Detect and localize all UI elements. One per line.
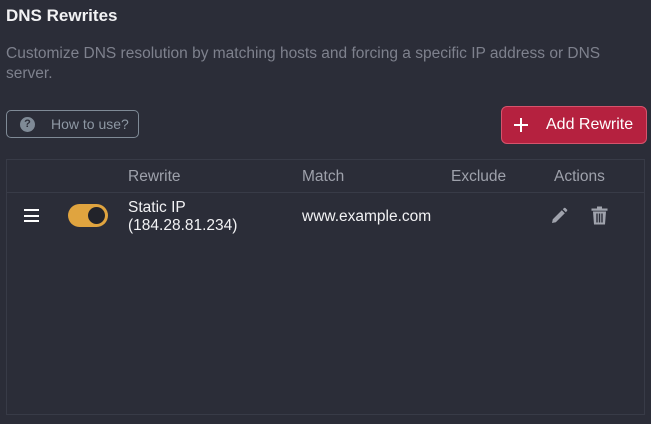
- table-header: Rewrite Match Exclude Actions: [7, 160, 644, 193]
- rewrite-cell: Static IP (184.28.81.234): [128, 199, 237, 235]
- column-header-actions: Actions: [554, 168, 605, 185]
- rewrite-enabled-toggle[interactable]: [68, 204, 108, 227]
- question-circle-icon: ?: [20, 116, 35, 132]
- column-header-exclude[interactable]: Exclude: [451, 168, 506, 186]
- rewrites-table: Rewrite Match Exclude Actions Static IP …: [6, 159, 645, 415]
- match-cell: www.example.com: [302, 208, 432, 225]
- page-description: Customize DNS resolution by matching hos…: [6, 45, 601, 82]
- add-rewrite-button[interactable]: Add Rewrite: [501, 106, 647, 144]
- page-title: DNS Rewrites: [6, 6, 118, 25]
- column-header-match[interactable]: Match: [302, 168, 344, 186]
- how-to-use-label: How to use?: [51, 116, 129, 132]
- pencil-icon[interactable]: [550, 207, 568, 225]
- trash-icon[interactable]: [591, 206, 608, 225]
- table-row: Static IP (184.28.81.234) www.example.co…: [7, 193, 644, 243]
- rewrite-value: (184.28.81.234): [128, 217, 238, 234]
- drag-handle-icon[interactable]: [24, 209, 39, 222]
- rewrite-type: Static IP: [128, 199, 186, 216]
- how-to-use-button[interactable]: ? How to use?: [6, 110, 139, 138]
- toggle-knob: [88, 207, 105, 224]
- plus-icon: [513, 117, 529, 133]
- add-rewrite-label: Add Rewrite: [546, 116, 634, 133]
- column-header-rewrite[interactable]: Rewrite: [128, 168, 181, 186]
